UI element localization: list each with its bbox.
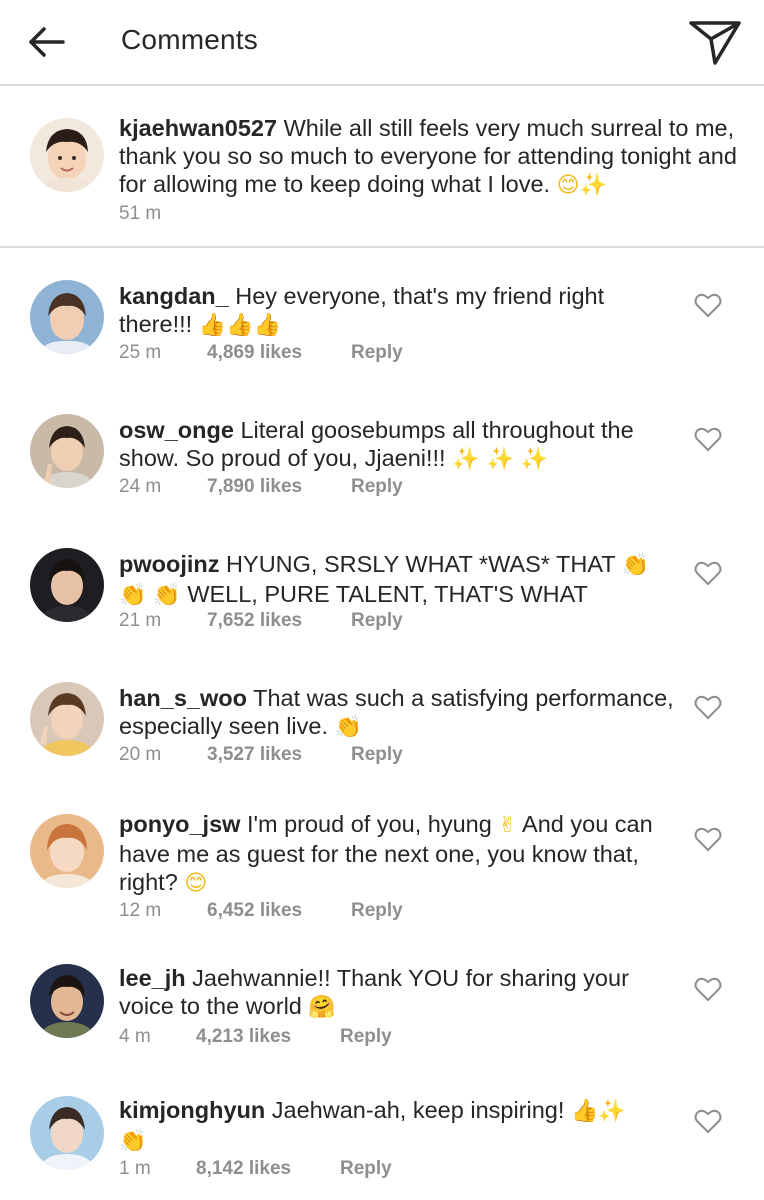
comment-meta: 20 m 3,527 likes Reply bbox=[119, 744, 403, 766]
likes-count[interactable]: 3,527 likes bbox=[207, 744, 351, 766]
likes-count[interactable]: 4,213 likes bbox=[196, 1026, 340, 1048]
timestamp: 21 m bbox=[119, 610, 162, 631]
comment-body: HYUNG, SRSLY WHAT *WAS* THAT bbox=[226, 551, 616, 577]
timestamp: 4 m bbox=[119, 1026, 151, 1047]
comment-text: pwoojinz HYUNG, SRSLY WHAT *WAS* THAT 👏 … bbox=[119, 550, 679, 610]
emoji-clap: 👏 bbox=[119, 1129, 147, 1154]
reply-button[interactable]: Reply bbox=[351, 476, 403, 498]
emoji-clap: 👏 👏 bbox=[119, 583, 181, 608]
timestamp: 20 m bbox=[119, 744, 162, 765]
heart-icon[interactable] bbox=[694, 694, 722, 720]
comment-username[interactable]: kimjonghyun bbox=[119, 1097, 265, 1123]
emoji-thumbs-up: 👍👍👍 bbox=[198, 313, 281, 338]
comment-username[interactable]: ponyo_jsw bbox=[119, 811, 240, 837]
comment-item: kimjonghyun Jaehwan-ah, keep inspiring! … bbox=[0, 1086, 764, 1200]
avatar[interactable] bbox=[30, 814, 104, 888]
comment-username[interactable]: osw_onge bbox=[119, 417, 234, 443]
timestamp: 24 m bbox=[119, 476, 162, 497]
emoji-victory-hand: ✌ bbox=[498, 813, 517, 838]
comment-text: osw_onge Literal goosebumps all througho… bbox=[119, 416, 679, 474]
avatar[interactable] bbox=[30, 682, 104, 756]
comment-username[interactable]: kangdan_ bbox=[119, 283, 229, 309]
back-button[interactable] bbox=[24, 20, 68, 64]
emoji-clap: 👏 bbox=[334, 715, 362, 740]
comment-text: kimjonghyun Jaehwan-ah, keep inspiring! … bbox=[119, 1096, 679, 1156]
emoji-thumbs-up-sparkles: 👍✨ bbox=[570, 1099, 626, 1124]
top-bar: Comments bbox=[0, 0, 764, 86]
heart-icon[interactable] bbox=[694, 560, 722, 586]
avatar[interactable] bbox=[30, 280, 104, 354]
caption-text: kjaehwan0527 While all still feels very … bbox=[119, 114, 759, 200]
comment-meta: 1 m 8,142 likes Reply bbox=[119, 1158, 392, 1180]
page-title: Comments bbox=[121, 24, 258, 55]
comment-text: kangdan_ Hey everyone, that's my friend … bbox=[119, 282, 679, 340]
avatar[interactable] bbox=[30, 118, 104, 192]
comment-body: Jaehwannie!! Thank YOU for sharing your … bbox=[119, 965, 629, 1019]
heart-icon[interactable] bbox=[694, 826, 722, 852]
reply-button[interactable]: Reply bbox=[351, 342, 403, 364]
comment-meta: 24 m 7,890 likes Reply bbox=[119, 476, 403, 498]
reply-button[interactable]: Reply bbox=[351, 744, 403, 766]
comment-item: han_s_woo That was such a satisfying per… bbox=[0, 664, 764, 794]
timestamp: 12 m bbox=[119, 900, 162, 921]
post-caption: kjaehwan0527 While all still feels very … bbox=[0, 88, 764, 248]
comment-item: osw_onge Literal goosebumps all througho… bbox=[0, 396, 764, 526]
emoji-smile-sparkles: 😊✨ bbox=[556, 173, 607, 198]
comment-item: ponyo_jsw I'm proud of you, hyung ✌ And … bbox=[0, 798, 764, 958]
share-button[interactable] bbox=[684, 14, 746, 70]
comment-text: lee_jh Jaehwannie!! Thank YOU for sharin… bbox=[119, 964, 679, 1022]
comment-item: lee_jh Jaehwannie!! Thank YOU for sharin… bbox=[0, 954, 764, 1084]
reply-button[interactable]: Reply bbox=[351, 900, 403, 922]
timestamp: 1 m bbox=[119, 1158, 151, 1179]
avatar[interactable] bbox=[30, 548, 104, 622]
comment-username[interactable]: pwoojinz bbox=[119, 551, 220, 577]
caption-meta: 51 m bbox=[119, 203, 161, 225]
likes-count[interactable]: 7,652 likes bbox=[207, 610, 351, 632]
comment-text: han_s_woo That was such a satisfying per… bbox=[119, 684, 679, 742]
emoji-sparkles: ✨ ✨ ✨ bbox=[452, 447, 549, 472]
reply-button[interactable]: Reply bbox=[340, 1026, 392, 1048]
comment-meta: 4 m 4,213 likes Reply bbox=[119, 1026, 392, 1048]
avatar[interactable] bbox=[30, 964, 104, 1038]
timestamp: 25 m bbox=[119, 342, 162, 363]
comment-username[interactable]: lee_jh bbox=[119, 965, 186, 991]
emoji-smile: 😊 bbox=[184, 871, 208, 896]
emoji-clap: 👏 bbox=[621, 553, 650, 578]
timestamp: 51 m bbox=[119, 203, 162, 224]
caption-username[interactable]: kjaehwan0527 bbox=[119, 115, 277, 141]
comment-meta: 12 m 6,452 likes Reply bbox=[119, 900, 403, 922]
likes-count[interactable]: 6,452 likes bbox=[207, 900, 351, 922]
heart-icon[interactable] bbox=[694, 976, 722, 1002]
comment-item: pwoojinz HYUNG, SRSLY WHAT *WAS* THAT 👏 … bbox=[0, 530, 764, 660]
heart-icon[interactable] bbox=[694, 426, 722, 452]
comment-item: kangdan_ Hey everyone, that's my friend … bbox=[0, 262, 764, 392]
reply-button[interactable]: Reply bbox=[340, 1158, 392, 1180]
comment-body-cont: WELL, PURE TALENT, THAT'S WHAT bbox=[187, 581, 588, 607]
reply-button[interactable]: Reply bbox=[351, 610, 403, 632]
likes-count[interactable]: 4,869 likes bbox=[207, 342, 351, 364]
comment-body: Jaehwan-ah, keep inspiring! bbox=[271, 1097, 565, 1123]
heart-icon[interactable] bbox=[694, 292, 722, 318]
avatar[interactable] bbox=[30, 414, 104, 488]
paper-plane-icon bbox=[689, 21, 741, 65]
comment-body: I'm proud of you, hyung bbox=[246, 811, 492, 837]
emoji-hugging-face: 🤗 bbox=[308, 995, 336, 1020]
comment-meta: 25 m 4,869 likes Reply bbox=[119, 342, 403, 364]
arrow-left-icon bbox=[29, 27, 65, 57]
likes-count[interactable]: 7,890 likes bbox=[207, 476, 351, 498]
comment-meta: 21 m 7,652 likes Reply bbox=[119, 610, 403, 632]
avatar[interactable] bbox=[30, 1096, 104, 1170]
comment-username[interactable]: han_s_woo bbox=[119, 685, 247, 711]
heart-icon[interactable] bbox=[694, 1108, 722, 1134]
comment-text: ponyo_jsw I'm proud of you, hyung ✌ And … bbox=[119, 810, 679, 898]
likes-count[interactable]: 8,142 likes bbox=[196, 1158, 340, 1180]
